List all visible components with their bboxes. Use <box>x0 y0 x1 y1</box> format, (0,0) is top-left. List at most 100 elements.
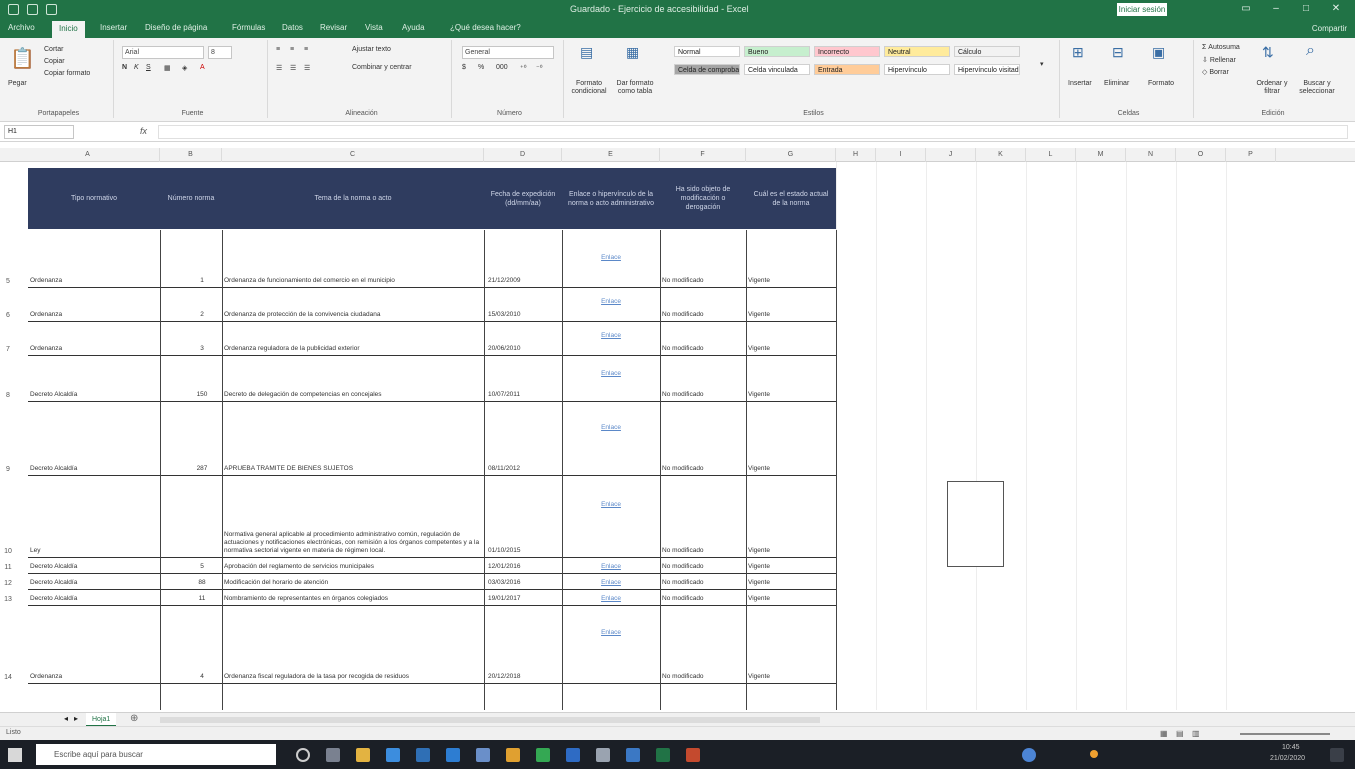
paste-button[interactable]: Pegar <box>8 80 27 87</box>
column-header[interactable]: D <box>484 148 562 162</box>
norm-link[interactable]: Enlace <box>564 595 658 603</box>
cell-numero[interactable]: 1 <box>186 277 218 285</box>
cell-tema[interactable]: APRUEBA TRÁMITE DE BIENES SUJETOS <box>224 465 482 473</box>
cell-numero[interactable]: 2 <box>186 311 218 319</box>
conditional-format-icon[interactable]: ▤ <box>580 44 593 61</box>
table-row[interactable]: Ley Normativa general aplicable al proced… <box>28 476 836 558</box>
column-header[interactable]: C <box>222 148 484 162</box>
signin-button[interactable]: Iniciar sesión <box>1117 3 1167 16</box>
tab-view[interactable]: Vista <box>365 23 383 32</box>
norm-link[interactable]: Enlace <box>564 501 658 509</box>
align-middle-icon[interactable]: ≡ <box>290 46 294 53</box>
cell-tipo[interactable]: Ordenanza <box>30 673 158 681</box>
table-row[interactable]: Ordenanza 1 Ordenanza de funcionamiento de… <box>28 240 836 288</box>
bold-button[interactable]: N <box>122 64 127 71</box>
wrap-text-button[interactable]: Ajustar texto <box>352 46 391 53</box>
align-top-icon[interactable]: ≡ <box>276 46 280 53</box>
table-row[interactable]: Ordenanza 3 Ordenanza reguladora de la pub… <box>28 322 836 356</box>
norm-link[interactable]: Enlace <box>564 370 658 378</box>
cell-style-chip[interactable]: Entrada <box>814 64 880 75</box>
cell-tema[interactable]: Normativa general aplicable al procedimi… <box>224 531 482 555</box>
tab-insert[interactable]: Insertar <box>100 23 127 32</box>
cell-modificado[interactable]: No modificado <box>662 345 744 353</box>
cell-estado[interactable]: Vigente <box>748 391 834 399</box>
powerpoint-icon[interactable] <box>686 748 700 762</box>
maximize-icon[interactable]: □ <box>1300 3 1312 15</box>
cell-fecha[interactable]: 12/01/2016 <box>488 563 560 571</box>
norm-link[interactable]: Enlace <box>564 629 658 637</box>
cell-modificado[interactable]: No modificado <box>662 465 744 473</box>
task-view-icon[interactable] <box>326 748 340 762</box>
horizontal-scrollbar[interactable] <box>160 717 820 723</box>
cell-fecha[interactable]: 21/12/2009 <box>488 277 560 285</box>
sort-filter-icon[interactable]: ⇅ <box>1262 44 1274 61</box>
cell-fecha[interactable]: 08/11/2012 <box>488 465 560 473</box>
zoom-slider[interactable] <box>1240 733 1330 735</box>
delete-cells-button[interactable]: Eliminar <box>1104 80 1129 87</box>
cell-modificado[interactable]: No modificado <box>662 673 744 681</box>
styles-more-icon[interactable]: ▾ <box>1040 60 1044 68</box>
header-numero[interactable]: Número norma <box>160 168 222 229</box>
table-row[interactable]: Decreto Alcaldía 11 Nombramiento de repres… <box>28 590 836 606</box>
notification-dot-icon[interactable] <box>1090 750 1098 758</box>
tab-page-layout[interactable]: Diseño de página <box>145 23 207 32</box>
cell-fecha[interactable]: 01/10/2015 <box>488 547 560 555</box>
cell-fecha[interactable]: 10/07/2011 <box>488 391 560 399</box>
tab-home[interactable]: Inicio <box>52 21 85 38</box>
word-icon[interactable] <box>566 748 580 762</box>
edge-icon[interactable] <box>386 748 400 762</box>
cell-numero[interactable]: 3 <box>186 345 218 353</box>
italic-button[interactable]: K <box>134 64 139 71</box>
inserted-image[interactable] <box>947 481 1004 567</box>
cell-tema[interactable]: Ordenanza fiscal reguladora de la tasa p… <box>224 673 482 681</box>
minimize-icon[interactable]: – <box>1270 3 1282 15</box>
norm-link[interactable]: Enlace <box>564 424 658 432</box>
find-select-button[interactable]: Buscar y seleccionar <box>1294 80 1340 96</box>
cell-tema[interactable]: Aprobación del reglamento de servicios m… <box>224 563 482 571</box>
page-break-view-icon[interactable]: ▥ <box>1192 729 1200 738</box>
align-right-icon[interactable]: ☰ <box>304 64 310 72</box>
network-icon[interactable] <box>1022 748 1036 762</box>
tab-review[interactable]: Revisar <box>320 23 347 32</box>
cell-style-chip[interactable]: Normal <box>674 46 740 57</box>
cell-tipo[interactable]: Decreto Alcaldía <box>30 579 158 587</box>
column-header[interactable]: P <box>1226 148 1276 162</box>
redo-icon[interactable] <box>46 4 57 15</box>
table-row[interactable]: Decreto Alcaldía 5 Aprobación del reglamen… <box>28 558 836 574</box>
taskbar-time[interactable]: 10:45 <box>1282 744 1300 751</box>
name-box[interactable]: H1 <box>4 125 74 139</box>
column-header[interactable]: L <box>1026 148 1076 162</box>
thousands-icon[interactable]: 000 <box>496 64 508 71</box>
formula-input[interactable] <box>158 125 1348 139</box>
cell-tipo[interactable]: Ordenanza <box>30 277 158 285</box>
paste-icon[interactable]: 📋 <box>10 46 35 71</box>
column-header[interactable]: G <box>746 148 836 162</box>
column-header[interactable]: A <box>16 148 160 162</box>
cell-style-chip[interactable]: Bueno <box>744 46 810 57</box>
normal-view-icon[interactable]: ▦ <box>1160 729 1168 738</box>
table-row[interactable]: Ordenanza 4 Ordenanza fiscal reguladora de… <box>28 606 836 684</box>
windows-start-icon[interactable] <box>8 748 22 762</box>
cell-numero[interactable]: 11 <box>186 595 218 603</box>
cell-tema[interactable]: Ordenanza reguladora de la publicidad ex… <box>224 345 482 353</box>
cell-modificado[interactable]: No modificado <box>662 547 744 555</box>
next-sheet-icon[interactable]: ▸ <box>74 714 78 723</box>
tab-file[interactable]: Archivo <box>8 23 35 32</box>
cell-numero[interactable]: 287 <box>186 465 218 473</box>
cell-style-chip[interactable]: Hipervínculo visitado <box>954 64 1020 75</box>
action-center-icon[interactable] <box>1330 748 1344 762</box>
cell-numero[interactable]: 5 <box>186 563 218 571</box>
decrease-decimal-icon[interactable]: ⁻⁰ <box>536 64 543 72</box>
row-number[interactable]: 8 <box>0 392 16 399</box>
format-cells-button[interactable]: Formato <box>1148 80 1174 87</box>
sort-filter-button[interactable]: Ordenar y filtrar <box>1254 80 1290 96</box>
cell-modificado[interactable]: No modificado <box>662 391 744 399</box>
column-header[interactable]: F <box>660 148 746 162</box>
table-row[interactable]: Decreto Alcaldía 88 Modificación del horar… <box>28 574 836 590</box>
taskbar-date[interactable]: 21/02/2020 <box>1270 755 1305 762</box>
cell-tipo[interactable]: Decreto Alcaldía <box>30 563 158 571</box>
norm-link[interactable]: Enlace <box>564 254 658 262</box>
fx-icon[interactable]: fx <box>140 126 147 136</box>
page-layout-view-icon[interactable]: ▤ <box>1176 729 1184 738</box>
file-explorer-icon[interactable] <box>356 748 370 762</box>
